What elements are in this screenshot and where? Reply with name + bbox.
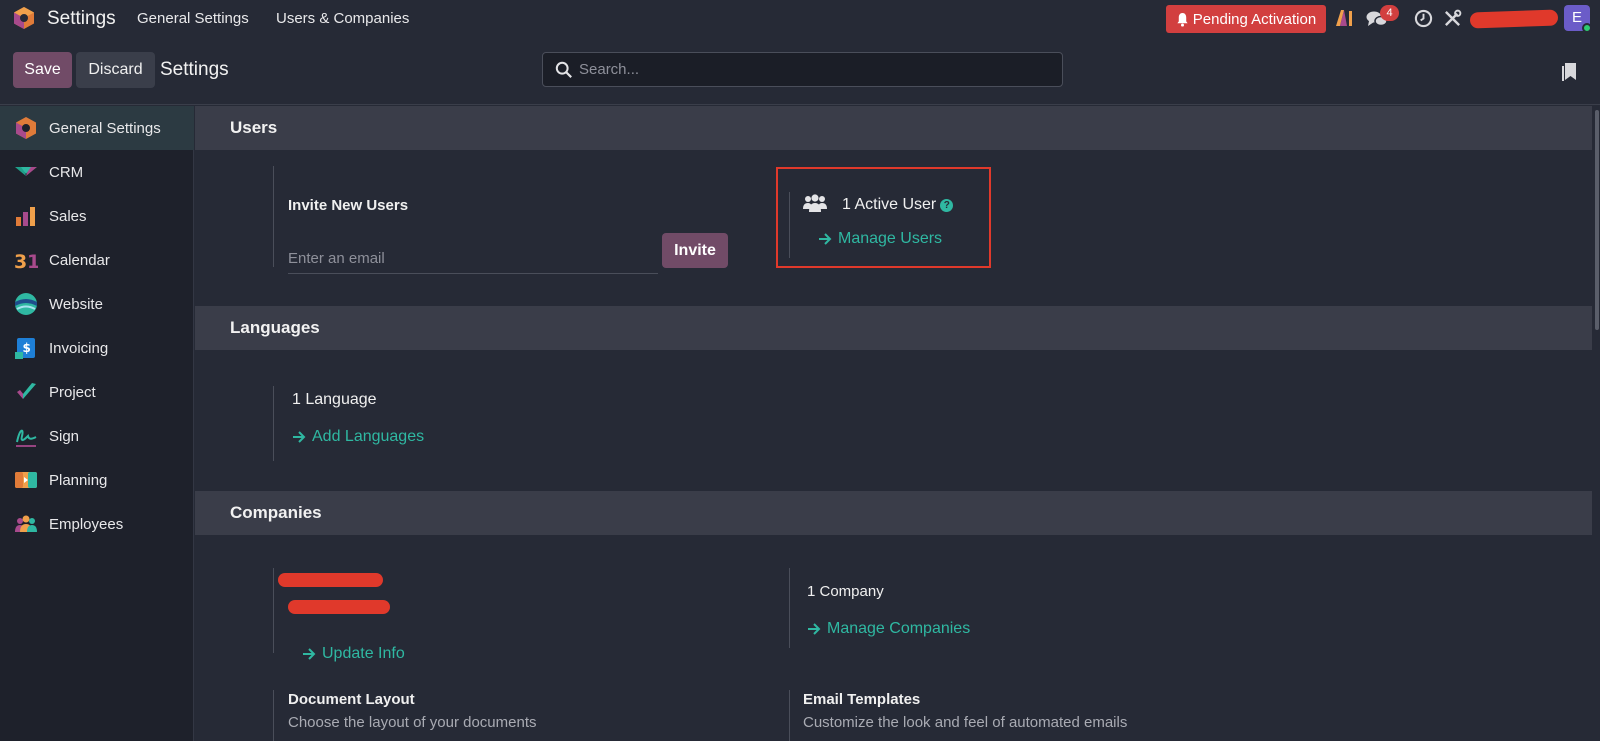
setting-divider [789,192,790,258]
ai-icon[interactable] [1334,9,1354,27]
top-navbar: Settings General Settings Users & Compan… [0,0,1600,37]
sign-icon [16,429,37,447]
invite-users-title: Invite New Users [288,197,409,214]
sidebar-item-general-settings[interactable]: General Settings [0,106,194,150]
settings-icon [16,117,36,139]
users-group-icon [803,194,827,212]
search-bar[interactable] [542,52,1063,87]
message-count-badge: 4 [1380,5,1399,21]
manage-users-label: Manage Users [838,230,943,247]
sidebar-item-label: CRM [49,163,84,181]
app-title[interactable]: Settings [47,8,116,30]
manage-users-link[interactable]: Manage Users [818,230,942,248]
scrollbar-thumb[interactable] [1595,110,1599,330]
sidebar-item-website[interactable]: Website [0,282,194,326]
arrow-right-icon [808,623,821,635]
sales-icon [16,207,35,226]
section-title: Users [230,118,278,137]
settings-sidebar: General Settings CRM Sales 3 1 Calendar … [0,106,194,741]
tools-icon[interactable] [1443,9,1462,28]
add-languages-link[interactable]: Add Languages [292,428,424,446]
companies-section-header: Companies [195,491,1592,535]
arrow-right-icon [819,233,832,245]
project-icon [17,383,36,399]
arrow-right-icon [293,431,306,443]
online-status-dot [1582,23,1592,33]
language-count: 1 Language [292,391,377,408]
redacted-company-address [288,600,390,614]
update-info-label: Update Info [322,645,405,662]
document-layout-description: Choose the layout of your documents [288,714,537,731]
pending-activation-button[interactable]: Pending Activation [1166,5,1326,33]
menu-users-companies[interactable]: Users & Companies [276,10,409,27]
breadcrumb: Settings [160,59,229,80]
manage-companies-link[interactable]: Manage Companies [807,620,970,638]
sidebar-item-label: Project [49,383,96,401]
bookmark-icon[interactable] [1561,62,1577,82]
company-count: 1 Company [807,583,884,600]
sidebar-item-label: Website [49,295,103,313]
arrow-right-icon [303,648,316,660]
setting-divider [789,690,790,741]
discard-button[interactable]: Discard [76,52,155,88]
document-layout-title: Document Layout [288,691,415,708]
settings-content: Users Invite New Users Invite 1 Active U… [195,106,1592,741]
crm-icon [15,167,37,176]
setting-divider [273,568,274,653]
sidebar-item-label: Sales [49,207,87,225]
svg-text:1: 1 [27,251,38,272]
active-user-count: 1 Active User? [842,196,954,214]
settings-app-icon[interactable] [12,6,36,30]
redacted-company-name [278,573,383,587]
sidebar-item-label: Invoicing [49,339,109,357]
manage-companies-label: Manage Companies [827,620,971,637]
control-panel: Save Discard Settings [0,37,1600,105]
email-templates-title: Email Templates [803,691,921,708]
sidebar-item-label: Employees [49,515,124,533]
users-section-header: Users [195,106,1592,150]
setting-divider [273,690,274,741]
active-user-count-text: 1 Active User [842,196,937,213]
sidebar-item-calendar[interactable]: 3 1 Calendar [0,238,194,282]
setting-divider [273,166,274,267]
menu-general-settings[interactable]: General Settings [137,10,249,27]
sidebar-item-label: Planning [49,471,108,489]
search-input[interactable] [579,53,1049,86]
sidebar-item-sales[interactable]: Sales [0,194,194,238]
languages-section-header: Languages [195,306,1592,350]
help-icon[interactable]: ? [940,199,954,212]
invoicing-icon: $ [15,338,35,359]
sidebar-item-label: Sign [49,427,80,445]
update-info-link[interactable]: Update Info [302,645,405,663]
pending-activation-label: Pending Activation [1192,10,1317,28]
invite-button[interactable]: Invite [662,233,728,268]
svg-text:3: 3 [14,251,27,272]
sidebar-item-label: General Settings [49,119,161,137]
website-icon [15,293,37,315]
sidebar-item-planning[interactable]: Planning [0,458,194,502]
setting-divider [789,568,790,648]
invite-email-field[interactable] [288,244,658,274]
sidebar-item-invoicing[interactable]: $ Invoicing [0,326,194,370]
setting-divider [273,386,274,461]
save-button[interactable]: Save [13,52,72,88]
section-title: Languages [230,318,320,337]
sidebar-item-project[interactable]: Project [0,370,194,414]
employees-icon [15,515,37,532]
sidebar-item-sign[interactable]: Sign [0,414,194,458]
search-icon [555,61,572,78]
calendar-icon: 3 1 [14,251,38,272]
active-users-highlight-box [776,167,991,268]
email-templates-description: Customize the look and feel of automated… [803,714,1128,731]
sidebar-item-crm[interactable]: CRM [0,150,194,194]
svg-text:$: $ [23,341,31,355]
redacted-company-name [1469,9,1559,29]
section-title: Companies [230,503,322,522]
planning-icon [15,472,37,488]
sidebar-item-label: Calendar [49,251,110,269]
clock-icon[interactable] [1414,9,1433,28]
bell-icon [1177,12,1188,27]
sidebar-item-employees[interactable]: Employees [0,502,194,546]
add-languages-label: Add Languages [312,428,425,445]
